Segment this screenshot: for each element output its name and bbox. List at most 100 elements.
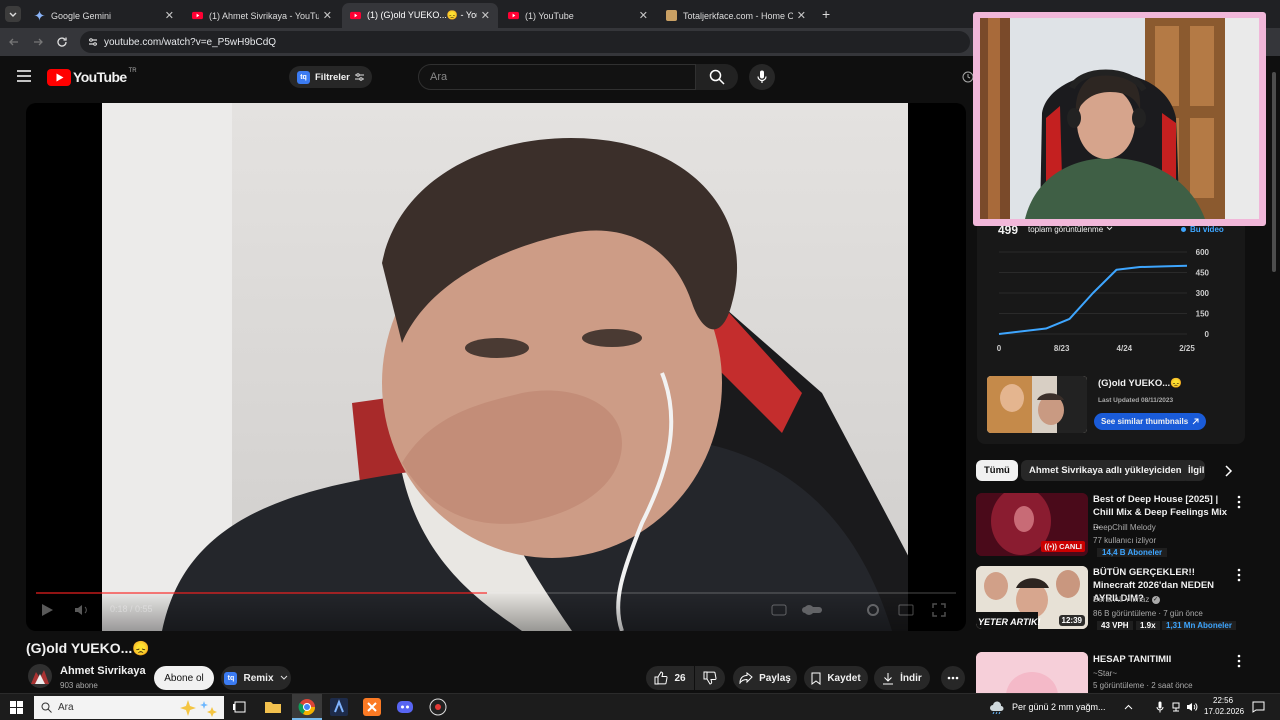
more-actions-button[interactable]: [941, 666, 965, 690]
close-icon[interactable]: ✕: [165, 9, 174, 22]
see-similar-thumbnails-button[interactable]: See similar thumbnails: [1094, 413, 1207, 430]
similar-label: See similar thumbnails: [1101, 417, 1189, 426]
vph-badge: 43 VPH: [1097, 621, 1133, 630]
address-bar[interactable]: youtube.com/watch?v=e_P5wH9bCdQ: [80, 31, 970, 53]
player-controls: 0:18 / 0:55: [26, 591, 966, 631]
recommendation-item[interactable]: ((•)) CANLI Best of Deep House [2025] | …: [976, 493, 1256, 559]
new-tab-button[interactable]: +: [822, 6, 830, 22]
dislike-button[interactable]: [695, 666, 725, 690]
youtube-play-logo-icon: [47, 68, 71, 86]
chrome-taskbar-button[interactable]: [292, 694, 322, 720]
fullscreen-icon[interactable]: [932, 603, 946, 617]
discord-icon[interactable]: [396, 698, 414, 716]
weather-text[interactable]: Per günü 2 mm yağm...: [1012, 702, 1106, 712]
y-tick-label: 150: [1196, 310, 1210, 319]
theater-mode-icon[interactable]: [898, 604, 914, 616]
clock-time[interactable]: 22:56: [1213, 696, 1233, 705]
menu-icon[interactable]: [17, 70, 31, 82]
volume-icon[interactable]: [74, 603, 90, 617]
share-label: Paylaş: [759, 672, 791, 684]
thumbnail-caption: YETER ARTIK!: [978, 617, 1041, 627]
download-icon: [883, 672, 894, 684]
microphone-icon[interactable]: [1156, 701, 1164, 713]
back-icon[interactable]: [8, 36, 20, 48]
file-explorer-icon[interactable]: [264, 698, 282, 716]
subscriber-count: 903 abone: [60, 681, 98, 690]
tab-current-video[interactable]: (1) (G)old YUEKO...😞 - YouTube ✕: [342, 3, 498, 28]
close-icon[interactable]: ✕: [481, 9, 490, 22]
close-icon[interactable]: ✕: [639, 9, 648, 22]
channel-avatar[interactable]: [28, 664, 52, 688]
app-icon[interactable]: [429, 698, 447, 716]
thumbs-down-icon: [703, 671, 717, 685]
url-text: youtube.com/watch?v=e_P5wH9bCdQ: [104, 36, 277, 48]
search-button[interactable]: [696, 64, 738, 90]
subtitles-icon[interactable]: [771, 603, 787, 617]
share-button[interactable]: Paylaş: [733, 666, 797, 690]
reload-icon[interactable]: [56, 36, 68, 48]
remix-button[interactable]: tq Remix: [221, 666, 291, 690]
settings-icon[interactable]: [866, 603, 880, 617]
tab-channel[interactable]: (1) Ahmet Sivrikaya - YouTube ✕: [184, 3, 340, 28]
autoplay-toggle-icon[interactable]: [801, 604, 823, 616]
tab-gemini[interactable]: Google Gemini ✕: [26, 3, 182, 28]
recommendation-meta: 5 görüntüleme · 2 saat önce: [1093, 681, 1193, 690]
voice-search-button[interactable]: [749, 64, 775, 90]
volume-icon[interactable]: [1186, 702, 1198, 712]
taskbar-search-input[interactable]: Ara: [34, 696, 224, 719]
chip-label: İlgili: [1188, 465, 1205, 476]
tab-youtube-home[interactable]: (1) YouTube ✕: [500, 3, 656, 28]
more-horizontal-icon: [947, 676, 959, 680]
download-button[interactable]: İndir: [874, 666, 930, 690]
close-icon[interactable]: ✕: [797, 9, 806, 22]
save-button[interactable]: Kaydet: [804, 666, 868, 690]
like-button[interactable]: 26: [646, 666, 694, 690]
weather-icon: [990, 701, 1004, 714]
taskbar-search-placeholder: Ara: [58, 702, 74, 713]
chevron-right-icon[interactable]: [1223, 465, 1233, 477]
x-tick-label: 2/25: [1179, 344, 1195, 353]
youtube-logo[interactable]: YouTube TR: [47, 68, 137, 86]
more-vertical-icon[interactable]: [1234, 495, 1244, 509]
total-views-label[interactable]: toplam görüntülenme: [1028, 225, 1103, 234]
windows-start-icon[interactable]: [10, 701, 23, 714]
chip-related[interactable]: İlgili: [1181, 460, 1205, 481]
clock-date[interactable]: 17.02.2026: [1204, 707, 1244, 716]
multiplier-badge: 1.9x: [1136, 621, 1160, 630]
chip-all[interactable]: Tümü: [976, 460, 1018, 481]
filters-button[interactable]: tq Filtreler: [289, 66, 372, 88]
more-vertical-icon[interactable]: [1234, 654, 1244, 668]
play-icon[interactable]: [40, 603, 54, 617]
chevron-down-icon[interactable]: [1106, 226, 1113, 231]
legend-dot: [1181, 227, 1186, 232]
chevron-up-icon[interactable]: [1124, 704, 1133, 710]
y-tick-label: 450: [1196, 269, 1210, 278]
scrollbar-thumb[interactable]: [1272, 72, 1276, 272]
recommendation-item[interactable]: YETER ARTIK! 12:39 BÜTÜN GERÇEKLER!! Min…: [976, 566, 1256, 632]
task-view-icon[interactable]: [231, 698, 249, 716]
notification-icon[interactable]: [1252, 701, 1265, 713]
more-vertical-icon[interactable]: [1234, 568, 1244, 582]
chrome-icon: [298, 699, 316, 716]
bookmark-icon: [811, 672, 821, 685]
network-icon[interactable]: [1171, 702, 1181, 712]
page-scrollbar[interactable]: [1270, 58, 1278, 693]
chip-label: Ahmet Sivrikaya adlı yükleyiciden: [1029, 465, 1182, 476]
sliders-icon: [354, 73, 364, 81]
save-label: Kaydet: [827, 672, 861, 684]
tab-list-button[interactable]: [5, 6, 21, 22]
search-input[interactable]: Ara: [418, 64, 696, 90]
xampp-icon[interactable]: [363, 698, 381, 716]
tab-totaljerkface[interactable]: Totaljerkface.com - Home Of Happy Wheels…: [658, 3, 814, 28]
channel-name[interactable]: Ahmet Sivrikaya: [60, 665, 146, 677]
site-info-icon[interactable]: [88, 37, 98, 47]
chip-from-uploader[interactable]: Ahmet Sivrikaya adlı yükleyiciden: [1021, 460, 1190, 481]
subscribe-button[interactable]: Abone ol: [154, 666, 214, 690]
arduino-app-icon[interactable]: [330, 698, 348, 716]
sparkle-icon: [180, 700, 217, 717]
video-player[interactable]: 0:18 / 0:55: [26, 103, 966, 631]
y-tick-label: 300: [1196, 289, 1210, 298]
forward-icon[interactable]: [32, 36, 44, 48]
close-icon[interactable]: ✕: [323, 9, 332, 22]
recommendation-title: HESAP TANITIMII: [1093, 654, 1172, 665]
